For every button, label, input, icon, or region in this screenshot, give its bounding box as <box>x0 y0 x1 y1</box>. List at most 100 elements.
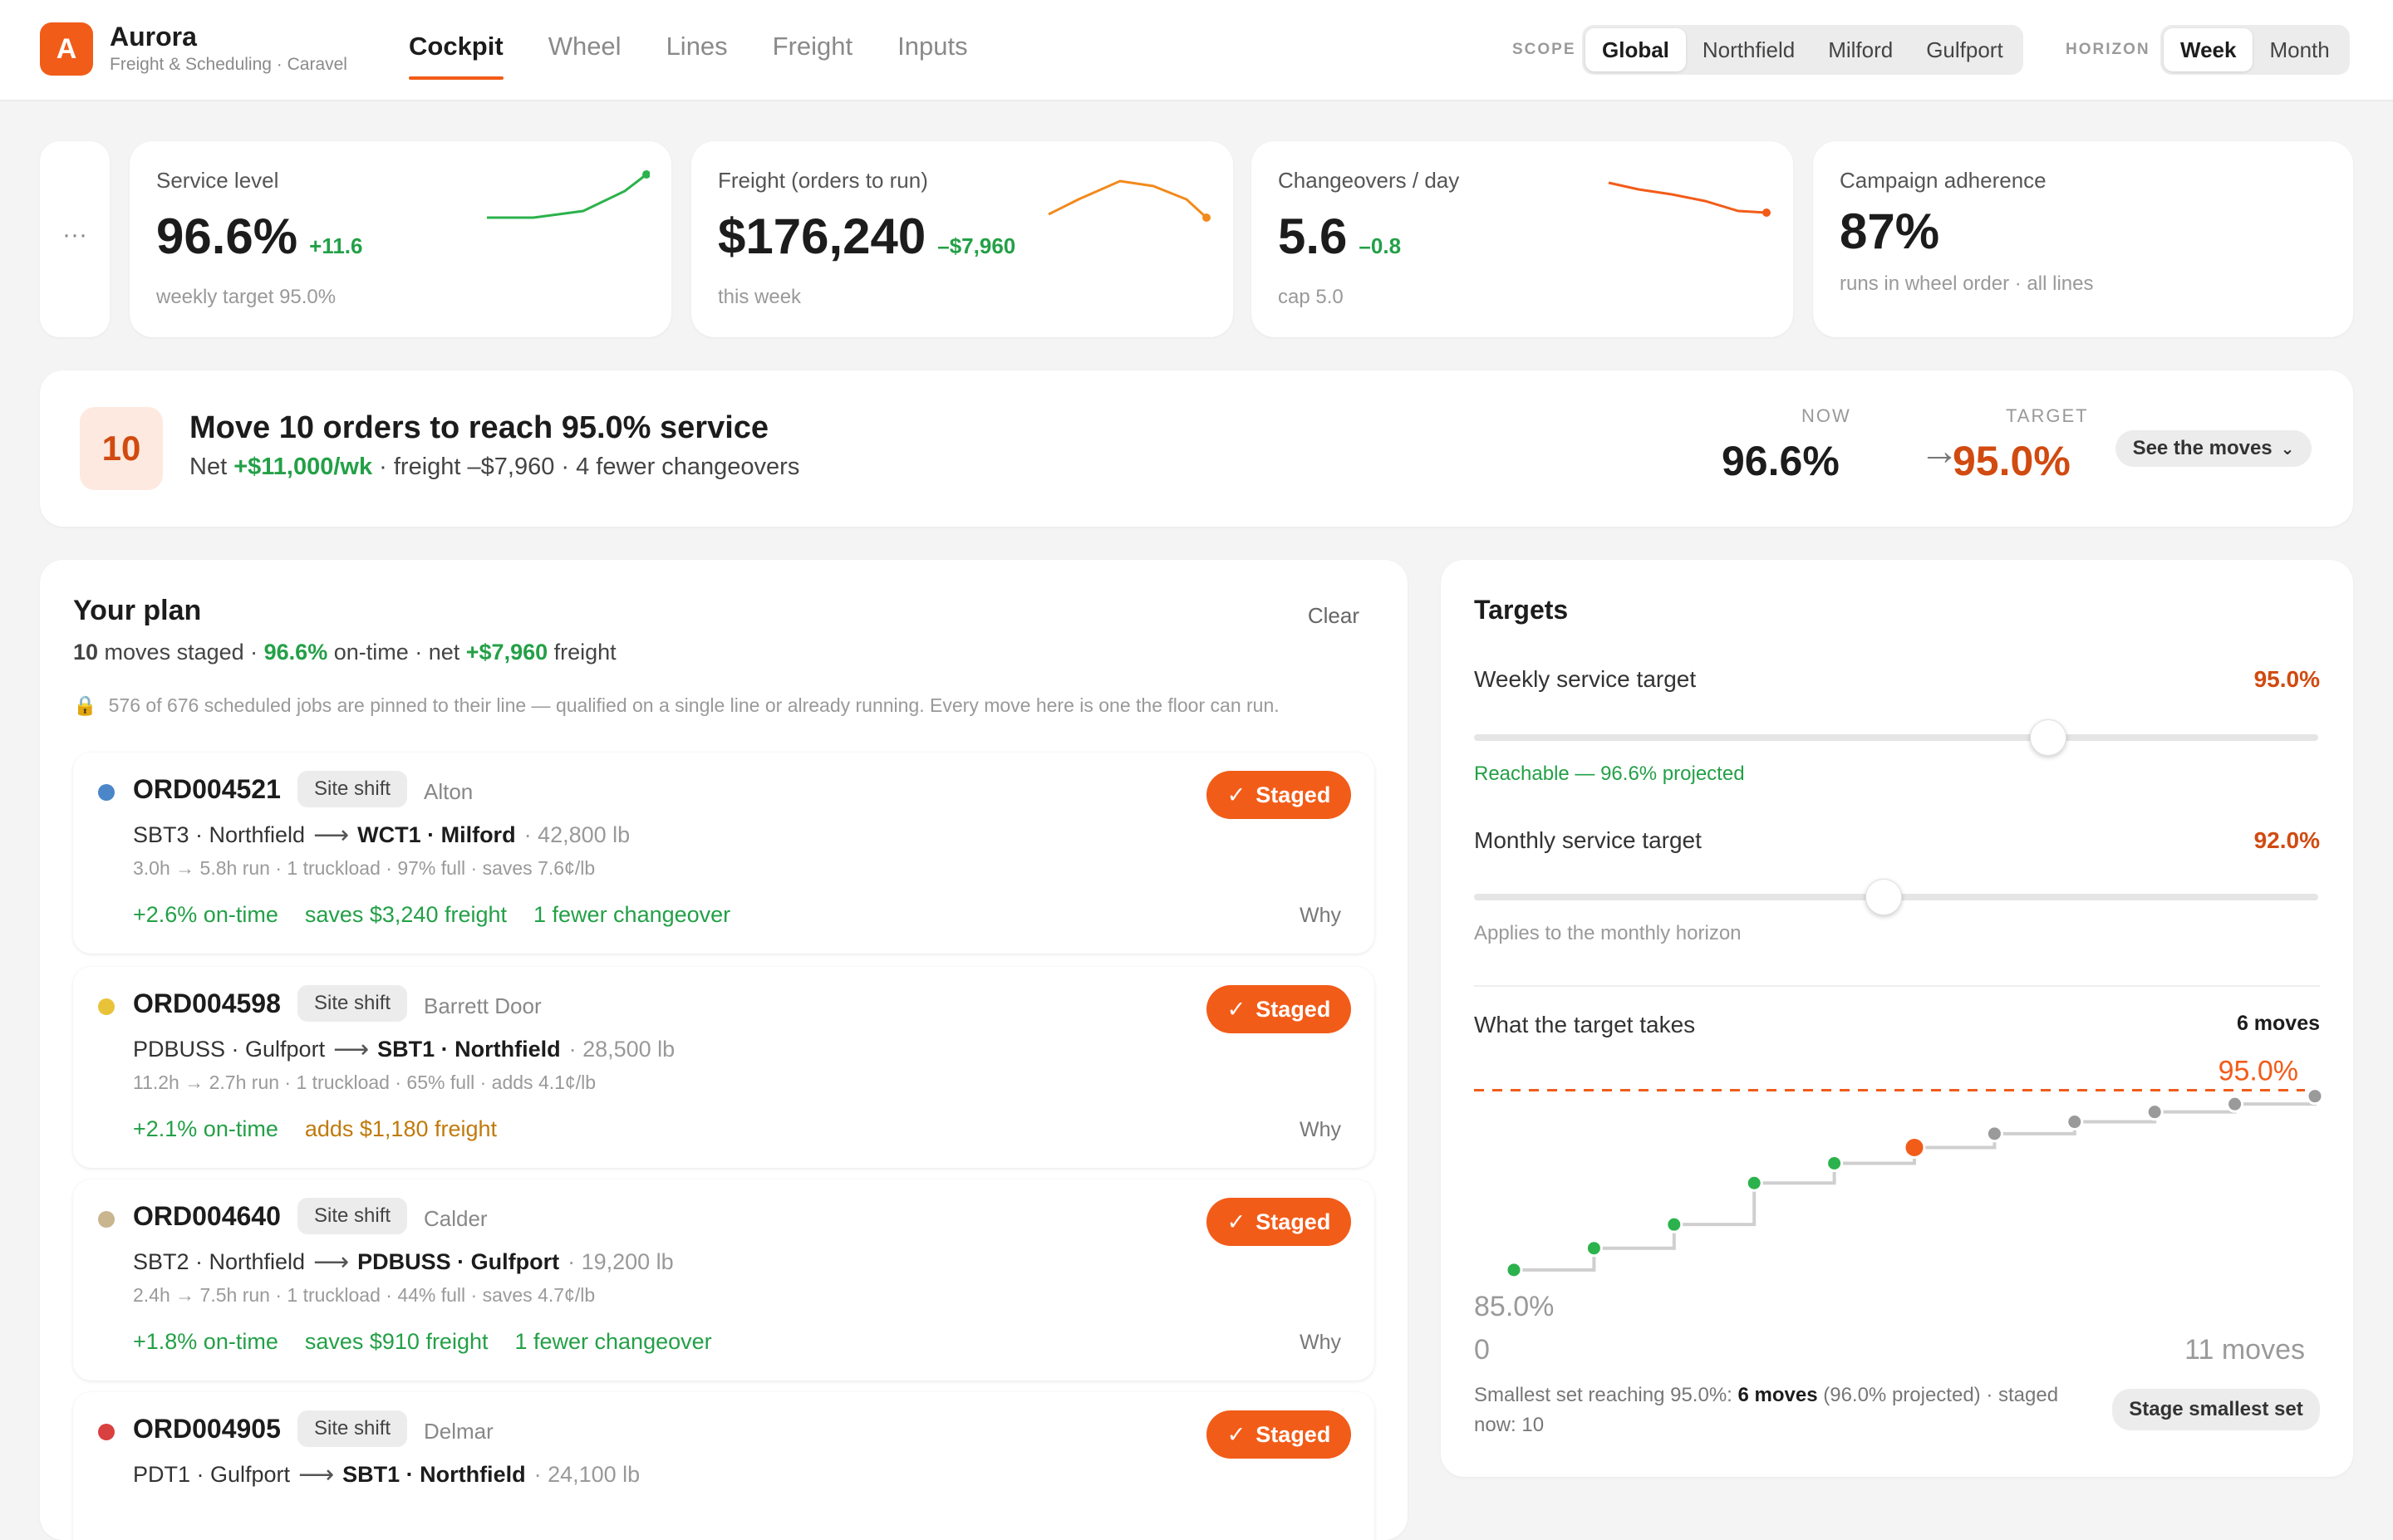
kpi-delta: +11.6 <box>309 233 363 258</box>
target-label: TARGET <box>2006 405 2089 426</box>
kpi-value: $176,240 –$7,960 <box>718 208 1016 264</box>
order-card[interactable]: ORD004598 Site shift Barrett Door PDBUSS… <box>73 967 1374 1168</box>
scope-option-northfield[interactable]: Northfield <box>1686 28 1811 71</box>
move-type-chip: Site shift <box>297 1198 408 1234</box>
chart-point <box>1825 1154 1844 1172</box>
tab-cockpit[interactable]: Cockpit <box>409 0 504 100</box>
impacts: +2.1% on-time adds $1,180 freight <box>133 1116 498 1141</box>
chart-step-segment <box>1754 1163 1836 1185</box>
kpi-service-level: Service level 96.6% +11.6 weekly target 9… <box>130 141 671 337</box>
staged-button[interactable]: ✓ Staged <box>1206 985 1351 1033</box>
route: PDT1 · Gulfport ⟶ SBT1 · Northfield · 24,10… <box>133 1461 641 1489</box>
kpi-freight: Freight (orders to run) $176,240 –$7,960 … <box>691 141 1233 337</box>
kpi-more-button[interactable]: ··· <box>40 141 110 337</box>
plan-title: Your plan <box>73 595 202 626</box>
chevron-down-icon: ⌄ <box>2280 439 2295 459</box>
clear-button[interactable]: Clear <box>1308 603 1359 629</box>
kpi-sub: this week <box>718 286 802 308</box>
horizon-selector: Week Month <box>2160 25 2350 75</box>
target-takes-label: What the target takes <box>1474 1012 1696 1037</box>
arrow-right-icon: ⟶ <box>298 1461 335 1489</box>
chart-point <box>2066 1113 2084 1131</box>
order-card[interactable]: ORD004640 Site shift Calder SBT2 · North… <box>73 1180 1374 1381</box>
why-link[interactable]: Why <box>1300 1118 1341 1142</box>
run-stats: 11.2h → 2.7h run · 1 truckload · 65% ful… <box>133 1072 596 1093</box>
status-dot <box>98 1211 115 1228</box>
kpi-value: 96.6% +11.6 <box>156 208 363 264</box>
why-link[interactable]: Why <box>1300 1331 1341 1355</box>
kpi-sub: runs in wheel order · all lines <box>1840 272 2094 295</box>
order-id: ORD004905 <box>133 1414 281 1444</box>
scope-option-global[interactable]: Global <box>1585 28 1686 71</box>
plan-summary: 10 moves staged · 96.6% on-time · net +$… <box>73 640 617 665</box>
customer-name: Delmar <box>424 1419 494 1444</box>
pinned-note: 🔒 576 of 676 scheduled jobs are pinned to… <box>73 694 1280 716</box>
weekly-target-note: Reachable — 96.6% projected <box>1474 763 1745 785</box>
scope-option-milford[interactable]: Milford <box>1811 28 1909 71</box>
scope-selector: Global Northfield Milford Gulfport <box>1582 25 2023 75</box>
route: PDBUSS · Gulfport ⟶ SBT1 · Northfield · 28,… <box>133 1036 676 1063</box>
banner-title: Move 10 orders to reach 95.0% service <box>189 410 769 445</box>
chart-step-segment <box>1514 1248 1596 1272</box>
monthly-target-value: 92.0% <box>2253 827 2320 853</box>
horizon-label: HORIZON <box>2066 41 2150 58</box>
chart-step-segment <box>2234 1096 2317 1106</box>
chart-point <box>2145 1103 2164 1121</box>
check-icon: ✓ <box>1226 996 1246 1022</box>
monthly-target-label: Monthly service target <box>1474 827 1702 853</box>
smallest-set-summary: Smallest set reaching 95.0%: 6 moves (96… <box>1474 1384 2059 1436</box>
scope-option-gulfport[interactable]: Gulfport <box>1909 28 2020 71</box>
app-subtitle: Freight & Scheduling · Caravel <box>110 55 347 74</box>
kpi-value: 5.6 –0.8 <box>1278 208 1402 264</box>
tab-wheel[interactable]: Wheel <box>548 0 622 100</box>
chart-point <box>2306 1087 2324 1106</box>
weekly-slider-handle[interactable] <box>2029 719 2066 756</box>
staged-button[interactable]: ✓ Staged <box>1206 771 1351 819</box>
kpi-delta: –0.8 <box>1359 233 1402 258</box>
divider <box>1474 985 2320 987</box>
chart-step-segment <box>1994 1121 2076 1135</box>
status-dot <box>98 998 115 1015</box>
now-value: 96.6% <box>1722 438 1840 484</box>
move-type-chip: Site shift <box>297 985 408 1022</box>
kpi-label: Changeovers / day <box>1278 168 1460 193</box>
tab-lines[interactable]: Lines <box>666 0 728 100</box>
horizon-option-week[interactable]: Week <box>2164 28 2253 71</box>
weekly-target-value: 95.0% <box>2253 666 2320 692</box>
more-icon: ··· <box>62 221 87 248</box>
kpi-sub: cap 5.0 <box>1278 286 1344 308</box>
top-bar: A Aurora Freight & Scheduling · Caravel … <box>0 0 2393 101</box>
see-moves-button[interactable]: See the moves ⌄ <box>2115 430 2312 467</box>
stage-smallest-set-button[interactable]: Stage smallest set <box>2112 1389 2320 1430</box>
impacts: +2.6% on-time saves $3,240 freight 1 fewer… <box>133 902 731 927</box>
chart-point <box>1665 1215 1683 1233</box>
moves-count-badge: 10 <box>80 407 163 490</box>
staged-button[interactable]: ✓ Staged <box>1206 1410 1351 1459</box>
now-label: NOW <box>1801 405 1851 426</box>
chart-point <box>1903 1135 1926 1159</box>
order-id: ORD004640 <box>133 1201 281 1231</box>
weekly-target-slider[interactable] <box>1474 734 2318 741</box>
order-card[interactable]: ORD004905 Site shift Delmar PDT1 · Gulfp… <box>73 1392 1374 1540</box>
service-sparkline <box>487 170 650 219</box>
kpi-label: Service level <box>156 168 279 193</box>
tab-inputs[interactable]: Inputs <box>897 0 967 100</box>
status-dot <box>98 784 115 801</box>
why-link[interactable]: Why <box>1300 904 1341 928</box>
target-takes-chart: 95.0% 85.0% 0 11 moves <box>1474 1058 2324 1366</box>
chart-point <box>1585 1239 1603 1258</box>
chart-step-segment <box>2155 1104 2237 1114</box>
move-type-chip: Site shift <box>297 771 408 807</box>
horizon-option-month[interactable]: Month <box>2253 28 2346 71</box>
kpi-label: Freight (orders to run) <box>718 168 928 193</box>
route: SBT3 · Northfield ⟶ WCT1 · Milford · 42,800… <box>133 821 631 849</box>
monthly-slider-handle[interactable] <box>1865 879 1902 915</box>
kpi-value: 87% <box>1840 204 1940 259</box>
route: SBT2 · Northfield ⟶ PDBUSS · Gulfport · 19,… <box>133 1248 674 1276</box>
chart-step-segment <box>1914 1133 1997 1150</box>
tab-freight[interactable]: Freight <box>773 0 853 100</box>
run-stats: 2.4h → 7.5h run · 1 truckload · 44% full… <box>133 1284 596 1306</box>
kpi-sub: weekly target 95.0% <box>156 286 337 308</box>
staged-button[interactable]: ✓ Staged <box>1206 1198 1351 1246</box>
order-card[interactable]: ORD004521 Site shift Alton SBT3 · Northf… <box>73 753 1374 954</box>
